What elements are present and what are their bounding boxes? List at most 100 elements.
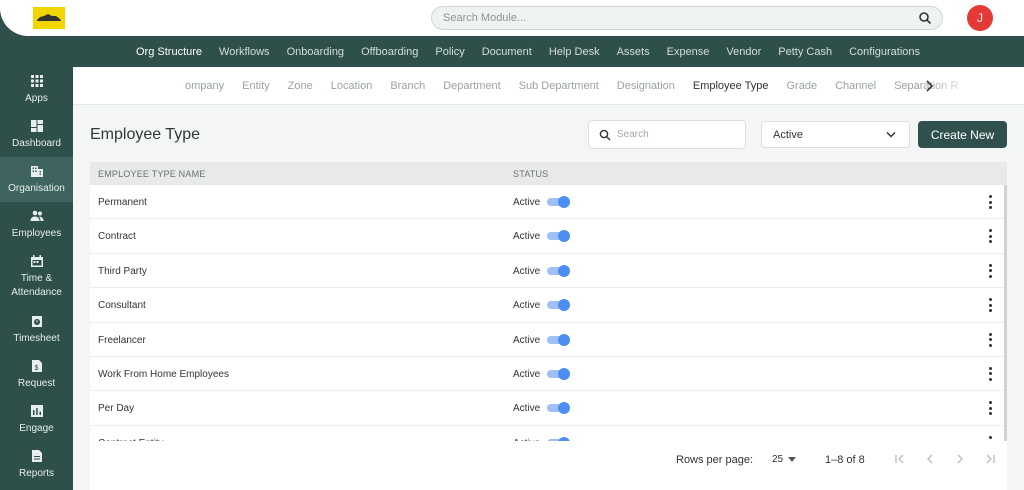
search-input[interactable] (617, 129, 737, 140)
company-logo[interactable] (33, 7, 65, 29)
nav-item-org-structure[interactable]: Org Structure (136, 46, 202, 58)
create-new-button[interactable]: Create New (918, 121, 1007, 148)
table-row[interactable]: Contract Active (90, 219, 1007, 254)
search-icon (599, 129, 611, 141)
tab-location[interactable]: Location (331, 80, 373, 92)
tabs-fade (924, 67, 1024, 104)
status-text: Active (513, 197, 541, 208)
table-row[interactable]: Work From Home Employees Active (90, 357, 1007, 392)
main-content: ompany Entity Zone Location Branch Department… (73, 67, 1024, 490)
tab-channel[interactable]: Channel (835, 80, 876, 92)
sidebar-item-label: Engage (19, 422, 54, 434)
nav-item-vendor[interactable]: Vendor (726, 46, 761, 58)
status-toggle[interactable] (547, 264, 570, 277)
report-icon (31, 449, 42, 462)
search-icon[interactable] (918, 11, 932, 25)
tab-zone[interactable]: Zone (288, 80, 313, 92)
table-scrollbar[interactable] (1004, 185, 1007, 441)
table-row[interactable]: Consultant Active (90, 288, 1007, 323)
employee-type-table: EMPLOYEE TYPE NAME STATUS Permanent Activ… (90, 162, 1007, 441)
nav-item-document[interactable]: Document (482, 46, 532, 58)
status-toggle[interactable] (547, 367, 570, 380)
employee-type-name: Freelancer (98, 334, 146, 346)
status-toggle[interactable] (547, 196, 570, 208)
sidebar-item-apps[interactable]: Apps (0, 67, 73, 112)
nav-item-expense[interactable]: Expense (667, 46, 710, 58)
sidebar-item-time-attendance[interactable]: Time & Attendance (0, 247, 73, 307)
prev-page-icon[interactable] (923, 452, 937, 466)
tab-grade[interactable]: Grade (787, 80, 818, 92)
status-filter-select[interactable]: Active (761, 121, 910, 148)
nav-item-onboarding[interactable]: Onboarding (287, 46, 345, 58)
tab-branch[interactable]: Branch (390, 80, 425, 92)
status-text: Active (513, 231, 541, 243)
request-icon: $ (31, 359, 42, 372)
sidebar-item-label: Organisation (8, 182, 65, 194)
sidebar-item-timesheet[interactable]: Timesheet (0, 307, 73, 352)
top-bar: Search Module... J (0, 0, 1024, 36)
sidebar-item-organisation[interactable]: Organisation (0, 157, 73, 202)
toggle-knob (558, 367, 570, 380)
tab-ompany[interactable]: ompany (185, 80, 224, 92)
sidebar-item-label: Time & Attendance (11, 273, 62, 298)
tab-designation[interactable]: Designation (617, 80, 675, 92)
sidebar-item-label: Request (17, 377, 56, 389)
rows-per-page-value: 25 (772, 454, 784, 465)
nav-item-petty-cash[interactable]: Petty Cash (778, 46, 832, 58)
last-page-icon[interactable] (983, 452, 997, 466)
rows-per-page-select[interactable]: 25 (772, 454, 797, 465)
employee-type-name: Permanent (98, 197, 147, 208)
sidebar-item-reports[interactable]: Reports (0, 442, 73, 487)
more-options-icon[interactable] (988, 401, 992, 416)
status-toggle[interactable] (547, 230, 570, 243)
chevron-right-icon[interactable] (921, 78, 937, 94)
tab-department[interactable]: Department (443, 80, 500, 92)
search-field[interactable] (588, 120, 746, 149)
chevron-down-icon (886, 131, 896, 138)
table-row[interactable]: Contract EntityActive (90, 426, 1007, 441)
sidebar-item-employees[interactable]: Employees (0, 202, 73, 247)
main-nav: Org Structure Workflows Onboarding Offboard… (0, 36, 1024, 67)
employee-type-name: Contract (98, 231, 136, 243)
tab-entity[interactable]: Entity (242, 80, 270, 92)
tab-sub-department[interactable]: Sub Department (519, 80, 599, 92)
toggle-knob (558, 333, 570, 346)
nav-item-policy[interactable]: Policy (435, 46, 464, 58)
sidebar-item-dashboard[interactable]: Dashboard (0, 112, 73, 157)
sidebar-item-label: Apps (25, 92, 48, 104)
module-search-placeholder: Search Module... (443, 12, 527, 24)
nav-item-help-desk[interactable]: Help Desk (549, 46, 600, 58)
next-page-icon[interactable] (953, 452, 967, 466)
user-avatar[interactable]: J (967, 5, 993, 31)
more-options-icon[interactable] (988, 298, 992, 313)
nav-item-configurations[interactable]: Configurations (849, 46, 920, 58)
table-row[interactable]: Permanent Active (90, 185, 1007, 220)
sub-tabs: ompany Entity Zone Location Branch Department… (73, 67, 1024, 105)
table-row[interactable]: Freelancer Active (90, 323, 1007, 357)
toggle-knob (558, 196, 570, 208)
more-options-icon[interactable] (988, 366, 992, 381)
more-options-icon[interactable] (988, 229, 992, 244)
sidebar-item-request[interactable]: $ Request (0, 352, 73, 397)
status-toggle[interactable] (547, 299, 570, 312)
first-page-icon[interactable] (893, 452, 907, 466)
status-text: Active (513, 403, 541, 415)
nav-item-assets[interactable]: Assets (617, 46, 650, 58)
status-toggle[interactable] (547, 402, 570, 415)
dashboard-icon (30, 119, 43, 132)
more-options-icon[interactable] (988, 195, 992, 209)
module-search-input[interactable]: Search Module... (431, 6, 943, 30)
employee-type-name: Per Day (98, 403, 135, 415)
sidebar-item-engage[interactable]: Engage (0, 397, 73, 442)
more-options-icon[interactable] (988, 263, 992, 278)
table-row[interactable]: Third Party Active (90, 254, 1007, 289)
status-text: Active (513, 368, 541, 380)
more-options-icon[interactable] (988, 332, 992, 347)
employee-type-name: Consultant (98, 300, 146, 312)
nav-item-offboarding[interactable]: Offboarding (361, 46, 418, 58)
nav-item-workflows[interactable]: Workflows (219, 46, 270, 58)
status-toggle[interactable] (547, 333, 570, 346)
employee-type-name: Third Party (98, 265, 147, 277)
table-row[interactable]: Per Day Active (90, 391, 1007, 426)
tab-employee-type[interactable]: Employee Type (693, 80, 769, 92)
